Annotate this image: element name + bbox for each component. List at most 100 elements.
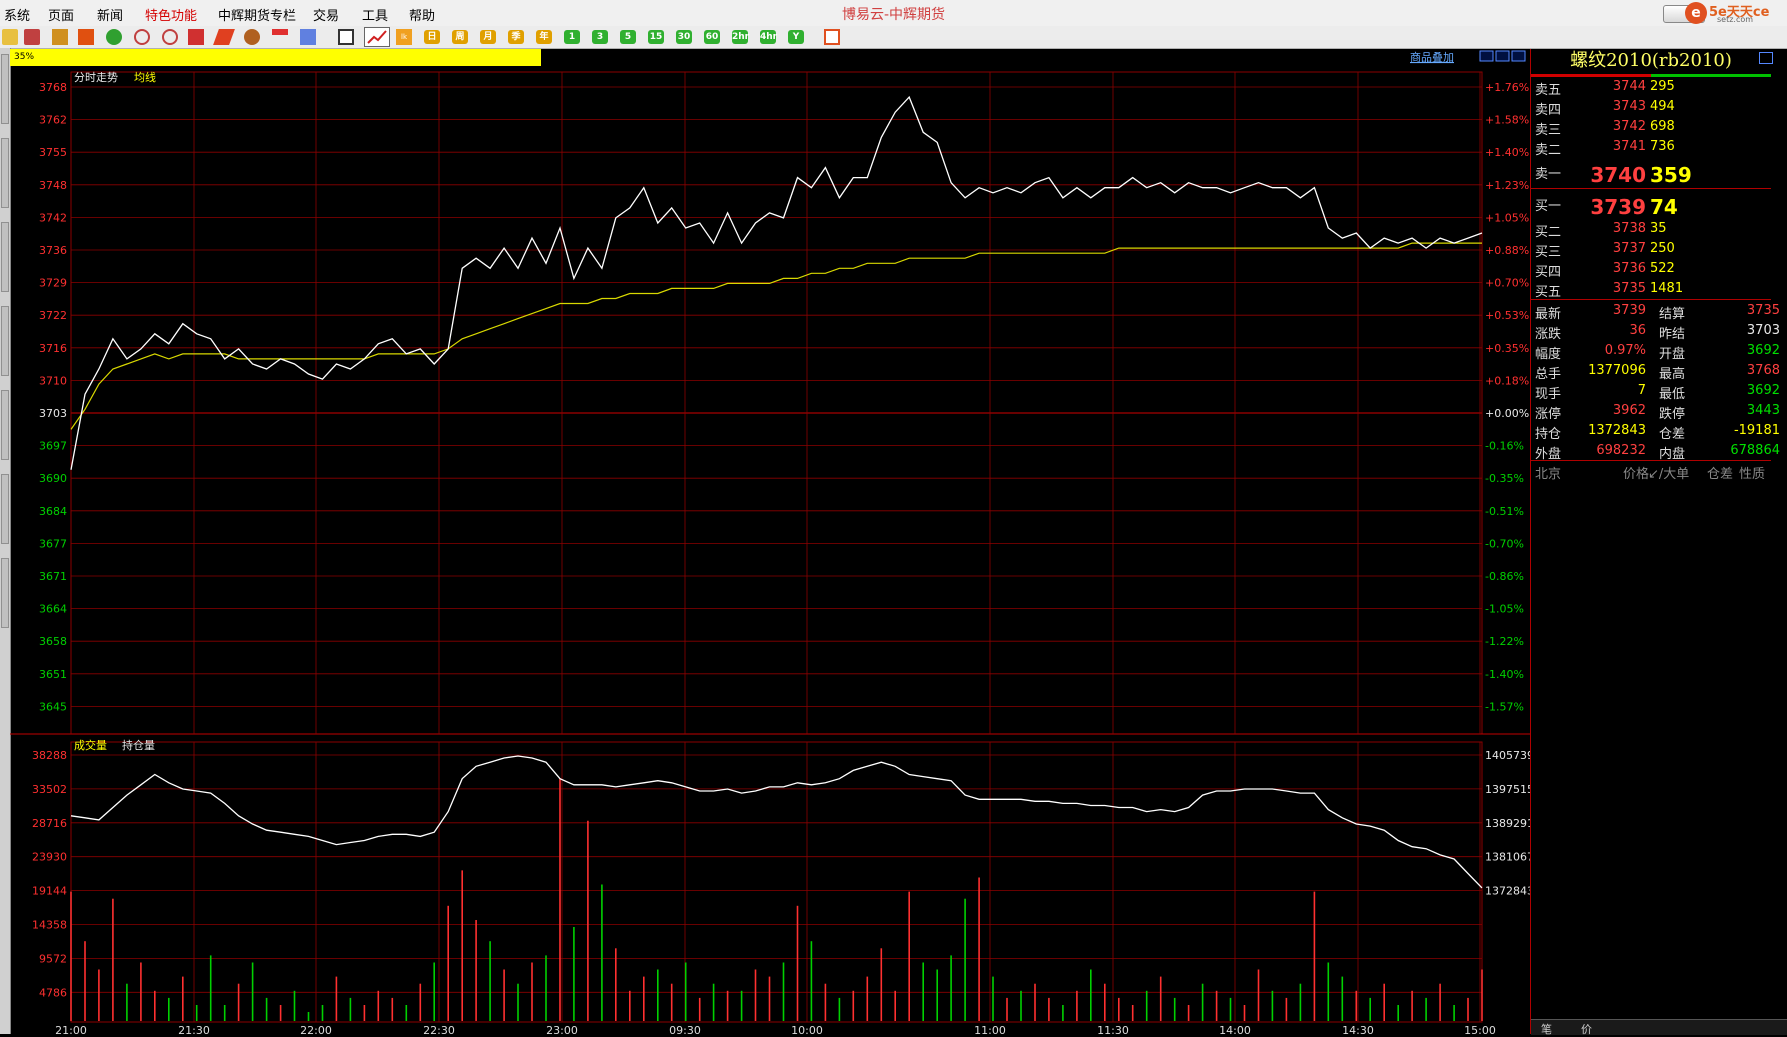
price-tick-label: 3768	[39, 81, 67, 94]
percent-tick-label: -0.70%	[1485, 537, 1524, 550]
time-tick-label: 14:30	[1342, 1024, 1374, 1034]
axis-tick-labels: 3768 +1.76% 3762 +1.58% 3755 +1.40% 3748 +1.23%…	[32, 81, 1530, 1034]
time-tick-label: 22:00	[300, 1024, 332, 1034]
ask-volume: 736	[1650, 139, 1675, 154]
ask-level-label: 卖四	[1535, 103, 1562, 118]
bid-volume: 35	[1650, 221, 1667, 236]
percent-tick-label: -0.51%	[1485, 505, 1524, 518]
stats-row: 幅度 0.97% 开盘 3692	[1531, 343, 1787, 363]
stat-label: 持仓	[1535, 427, 1562, 442]
bid-ask-bar-green	[1651, 74, 1771, 77]
trade-header-bigorder: ↙/大单	[1648, 467, 1690, 482]
ask-level-row: 卖三 3742 698	[1531, 119, 1787, 139]
stat-label: 幅度	[1535, 347, 1562, 362]
trade-header-oidiff: 仓差	[1707, 467, 1734, 482]
oi-tick-label: 1405739	[1485, 749, 1530, 762]
price-tick-label: 3722	[39, 309, 67, 322]
ask-level-label: 卖五	[1535, 83, 1562, 98]
percent-tick-label: -1.22%	[1485, 635, 1524, 648]
percent-tick-label: +1.05%	[1485, 211, 1529, 224]
percent-tick-label: -1.40%	[1485, 668, 1524, 681]
intraday-chart: 3768 +1.76% 3762 +1.58% 3755 +1.40% 3748 +1.23%…	[10, 50, 1530, 1034]
tab-price[interactable]: 价	[1581, 1021, 1592, 1037]
percent-tick-label: -0.86%	[1485, 570, 1524, 583]
ask-level-label: 卖二	[1535, 143, 1562, 158]
percent-tick-label: -1.05%	[1485, 603, 1524, 616]
stat-label: 仓差	[1659, 427, 1686, 442]
quote-panel: 螺纹2010(rb2010) 卖五 3744 295 卖四 3743 494 卖三 3742 6…	[1530, 49, 1787, 1037]
ask-price: 3740	[1590, 163, 1646, 187]
stat-label: 涨跌	[1535, 327, 1562, 342]
bid-volume: 74	[1650, 195, 1678, 219]
volume-bars	[70, 778, 1483, 1021]
stats-row: 总手 1377096 最高 3768	[1531, 363, 1787, 383]
stats-row: 现手 7 最低 3692	[1531, 383, 1787, 403]
average-price-line	[70, 242, 1482, 430]
tab-ticks[interactable]: 笔	[1541, 1021, 1552, 1037]
price-tick-label: 3736	[39, 244, 67, 257]
ask-price: 3743	[1612, 99, 1646, 114]
time-tick-label: 14:00	[1219, 1024, 1251, 1034]
price-tick-label: 3762	[39, 114, 67, 127]
percent-tick-label: +1.76%	[1485, 81, 1529, 94]
trade-header-price: 价格	[1623, 467, 1650, 482]
percent-tick-label: -0.35%	[1485, 472, 1524, 485]
ask-price: 3742	[1612, 119, 1646, 134]
oi-tick-label: 1397515	[1485, 783, 1530, 796]
bid-volume: 250	[1650, 241, 1675, 256]
chart-title-label: 分时走势	[74, 71, 118, 84]
ask-level-row: 卖五 3744 295	[1531, 79, 1787, 99]
layout-buttons[interactable]	[1479, 50, 1526, 62]
stat-value: 1372843	[1588, 423, 1646, 438]
price-line	[70, 95, 1483, 470]
stat-value: 3735	[1746, 303, 1780, 318]
bid-level-row: 买三 3737 250	[1531, 241, 1787, 261]
percent-tick-label: +0.53%	[1485, 309, 1529, 322]
overlay-product-link[interactable]: 商品叠加	[1410, 50, 1454, 64]
bid-ask-bar-red	[1531, 74, 1651, 77]
volume-tick-label: 4786	[39, 986, 67, 999]
time-tick-label: 09:30	[669, 1024, 701, 1034]
price-tick-label: 3645	[39, 700, 67, 713]
price-tick-label: 3742	[39, 211, 67, 224]
bid-level-row: 买一 3739 74	[1531, 195, 1787, 219]
volume-tick-label: 23930	[32, 851, 67, 864]
stat-label: 最高	[1659, 367, 1686, 382]
ask-volume: 698	[1650, 119, 1675, 134]
price-tick-label: 3677	[39, 537, 67, 550]
percent-tick-label: +1.40%	[1485, 146, 1529, 159]
panel-toggle-button[interactable]	[1759, 52, 1773, 64]
stat-label: 现手	[1535, 387, 1562, 402]
stats-row: 最新 3739 结算 3735	[1531, 303, 1787, 323]
trade-header-place: 北京	[1535, 467, 1562, 482]
percent-tick-label: -0.16%	[1485, 440, 1524, 453]
percent-tick-label: +0.18%	[1485, 374, 1529, 387]
ask-level-row: 卖一 3740 359	[1531, 163, 1787, 187]
ask-price: 3744	[1612, 79, 1646, 94]
stat-value: 3768	[1746, 363, 1780, 378]
price-tick-label: 3703	[39, 407, 67, 420]
percent-tick-label: +1.23%	[1485, 179, 1529, 192]
stat-value: 1377096	[1588, 363, 1646, 378]
price-tick-label: 3664	[39, 603, 67, 616]
time-tick-label: 22:30	[423, 1024, 455, 1034]
price-tick-label: 3658	[39, 635, 67, 648]
bid-price: 3735	[1612, 281, 1646, 296]
price-tick-label: 3748	[39, 179, 67, 192]
stat-value: 3692	[1746, 343, 1780, 358]
chart-grid	[10, 71, 1530, 1023]
bid-level-label: 买五	[1535, 285, 1562, 300]
ask-level-row: 卖四 3743 494	[1531, 99, 1787, 119]
percent-tick-label: +0.00%	[1485, 407, 1529, 420]
price-tick-label: 3651	[39, 668, 67, 681]
percent-tick-label: -1.57%	[1485, 700, 1524, 713]
stat-value: 0.97%	[1604, 343, 1646, 358]
trade-header-nature: 性质	[1739, 467, 1766, 482]
price-tick-label: 3684	[39, 505, 67, 518]
price-tick-label: 3755	[39, 146, 67, 159]
ask-level-label: 卖三	[1535, 123, 1562, 138]
ask-volume: 295	[1650, 79, 1675, 94]
bid-level-row: 买五 3735 1481	[1531, 281, 1787, 301]
time-tick-label: 10:00	[791, 1024, 823, 1034]
trade-list-header: 北京 价格 ↙/大单 仓差 性质	[1531, 463, 1787, 483]
